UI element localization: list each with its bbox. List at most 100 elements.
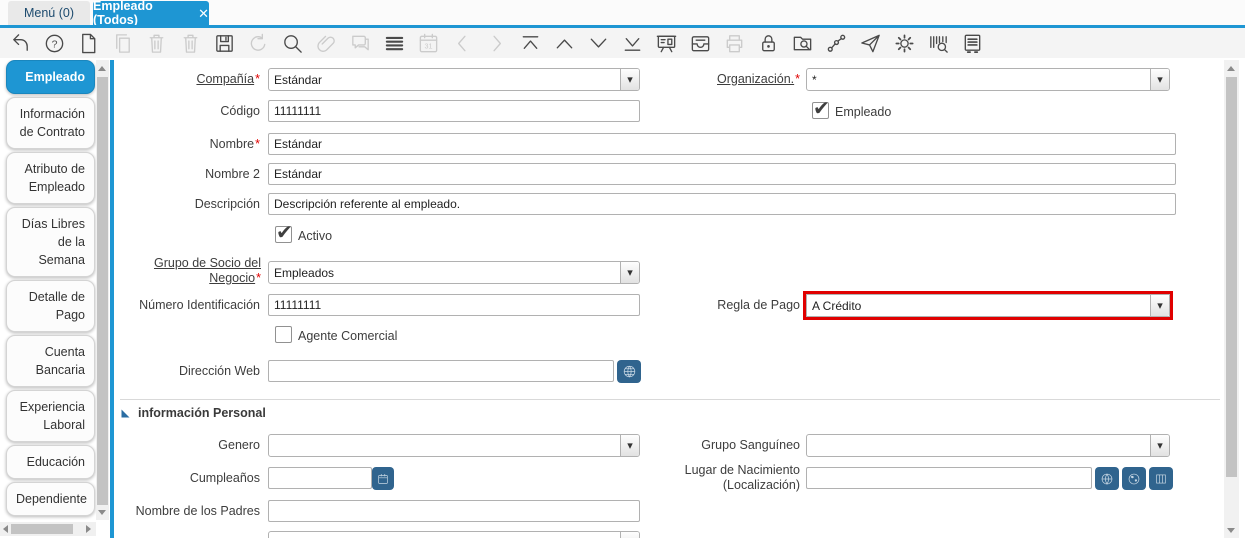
sidebar-tab-experiencia-laboral[interactable]: Experiencia Laboral [6, 390, 95, 442]
sidebar-tab-días-libres-de-la-semana[interactable]: Días Libres de la Semana [6, 207, 95, 277]
sidebar-tab-información-de-contrato[interactable]: Información de Contrato [6, 97, 95, 149]
calendar-icon [378, 473, 388, 484]
partial-combobox [268, 531, 640, 538]
grupo-sanguineo-label: Grupo Sanguíneo [701, 438, 800, 452]
sidebar-tab-dependiente[interactable]: Dependiente [6, 482, 95, 516]
sidebar-horizontal-scrollbar[interactable] [0, 522, 96, 536]
scroll-down-icon[interactable] [1227, 528, 1235, 533]
direccion-web-label: Dirección Web [178, 364, 260, 378]
descripcion-input[interactable] [268, 193, 1176, 215]
archive-icon[interactable] [688, 31, 712, 55]
scroll-down-icon[interactable] [98, 510, 106, 515]
regla-pago-highlight-box [803, 291, 1173, 320]
cumpleanos-label: Cumpleaños [189, 471, 260, 485]
nombre-input[interactable] [268, 133, 1176, 155]
save-icon[interactable] [212, 31, 236, 55]
find-icon[interactable] [280, 31, 304, 55]
first-record-icon[interactable] [518, 31, 542, 55]
panel-divider [110, 60, 114, 538]
next-record-icon[interactable] [586, 31, 610, 55]
tab-menu[interactable]: Menú (0) [8, 1, 90, 25]
scroll-left-icon[interactable] [3, 525, 8, 533]
sidebar-tab-cuenta-bancaria[interactable]: Cuenta Bancaria [6, 335, 95, 387]
delete-selection-icon [178, 31, 202, 55]
sidebar-hscrollbar-thumb[interactable] [11, 524, 73, 534]
nombre2-label: Nombre 2 [205, 167, 260, 181]
tab-empleado-todos[interactable]: Empleado (Todos) ✕ [93, 0, 209, 27]
partial-input[interactable] [269, 532, 620, 538]
direccion-web-input[interactable] [268, 360, 614, 382]
chevron-down-icon[interactable] [1150, 295, 1169, 316]
scroll-up-icon[interactable] [1227, 66, 1235, 71]
grupo-sanguineo-input[interactable] [807, 435, 1150, 456]
numero-identificacion-input[interactable] [268, 294, 640, 316]
regla-pago-input[interactable] [807, 295, 1150, 316]
toolbar: ? 31 [0, 28, 1245, 58]
codigo-label: Código [220, 104, 260, 118]
genero-combobox [268, 434, 640, 457]
grid-toggle-icon[interactable] [382, 31, 406, 55]
activo-checkbox[interactable] [275, 220, 293, 245]
help-icon[interactable]: ? [42, 31, 66, 55]
previous-record-icon[interactable] [552, 31, 576, 55]
chevron-down-icon[interactable] [620, 532, 639, 538]
zoom-across-icon[interactable] [790, 31, 814, 55]
copy-record-icon [110, 31, 134, 55]
numero-identificacion-label: Número Identificación [139, 298, 260, 312]
sidebar-scrollbar-thumb[interactable] [97, 77, 108, 505]
agente-comercial-checkbox[interactable] [275, 326, 292, 343]
open-url-button[interactable] [617, 360, 641, 383]
preferences-icon[interactable] [892, 31, 916, 55]
close-icon[interactable]: ✕ [198, 7, 209, 20]
report-icon[interactable] [654, 31, 678, 55]
tab-empleado-label: Empleado (Todos) [93, 0, 153, 27]
chevron-down-icon[interactable] [620, 262, 639, 283]
refresh-icon [246, 31, 270, 55]
nombre2-input[interactable] [268, 163, 1176, 185]
collapse-triangle-icon[interactable] [120, 408, 131, 419]
active-workflows-icon[interactable] [824, 31, 848, 55]
chevron-down-icon[interactable] [1150, 69, 1169, 90]
calendar-icon: 31 [416, 31, 440, 55]
grupo-socio-label: Grupo de Socio del Negocio* [153, 256, 261, 285]
sidebar-tab-empleado[interactable]: Empleado [6, 60, 95, 94]
last-record-icon[interactable] [620, 31, 644, 55]
sidebar-tab-detalle-de-pago[interactable]: Detalle de Pago [6, 280, 95, 332]
undo-icon[interactable] [8, 31, 32, 55]
lugar-nacimiento-input[interactable] [806, 467, 1092, 489]
requests-icon[interactable] [858, 31, 882, 55]
cumpleanos-input[interactable] [268, 467, 372, 489]
earth-icon [1128, 473, 1140, 484]
compania-input[interactable] [269, 69, 620, 90]
calendar-button[interactable] [372, 467, 394, 490]
sidebar-tab-atributo-de-empleado[interactable]: Atributo de Empleado [6, 152, 95, 204]
compania-label: Compañía* [196, 72, 260, 86]
globe-icon [1101, 473, 1113, 485]
scroll-right-icon[interactable] [86, 525, 91, 533]
form-vertical-scrollbar[interactable] [1224, 60, 1239, 538]
form-scrollbar-thumb[interactable] [1226, 77, 1237, 477]
nombre-padres-input[interactable] [268, 500, 640, 522]
empleado-checkbox[interactable] [812, 96, 830, 121]
private-record-lock-icon[interactable] [756, 31, 780, 55]
organizacion-input[interactable] [807, 69, 1150, 90]
scroll-up-icon[interactable] [98, 66, 106, 71]
print-preview-icon[interactable] [960, 31, 984, 55]
new-record-icon[interactable] [76, 31, 100, 55]
employee-form: Compañía* Organización.* Código Empleado… [115, 58, 1224, 538]
nombre-padres-label: Nombre de los Padres [135, 504, 260, 518]
section-personal-title: información Personal [138, 406, 266, 420]
genero-input[interactable] [269, 435, 620, 456]
product-info-icon[interactable] [926, 31, 950, 55]
grupo-socio-combobox [268, 261, 640, 284]
location-detail-button[interactable] [1149, 467, 1173, 490]
sidebar-vertical-scrollbar[interactable] [96, 60, 109, 520]
codigo-input[interactable] [268, 100, 640, 122]
map-icon [1156, 474, 1166, 483]
sidebar-tab-educación[interactable]: Educación [6, 445, 95, 479]
empleado-checkbox-label: Empleado [835, 105, 892, 119]
chevron-down-icon[interactable] [1150, 435, 1169, 456]
grupo-socio-input[interactable] [269, 262, 620, 283]
location-map-button[interactable] [1122, 467, 1146, 490]
location-url-button[interactable] [1095, 467, 1119, 490]
